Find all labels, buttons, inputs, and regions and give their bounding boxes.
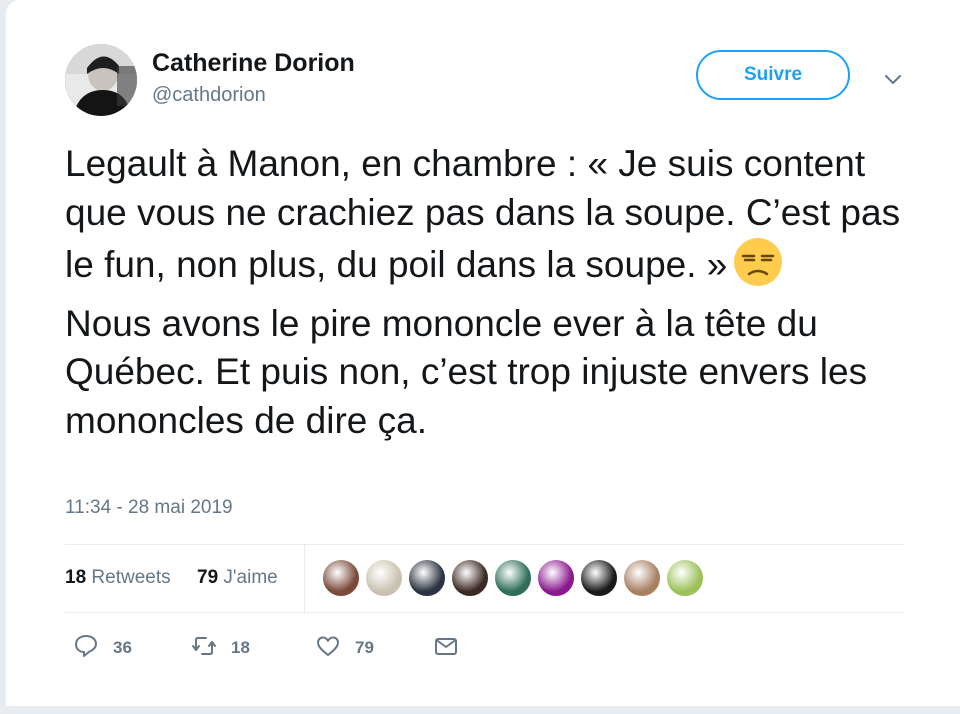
liker-avatar-9[interactable] (666, 559, 704, 597)
liker-avatar-4[interactable] (451, 559, 489, 597)
likes-stat[interactable]: 79 J'aime (197, 567, 278, 589)
tweet-header: Catherine Dorion @cathdorion Suivre (65, 44, 925, 118)
liker-avatar-8[interactable] (623, 559, 661, 597)
retweet-icon (191, 633, 217, 664)
retweet-count: 18 (231, 638, 250, 657)
unamused-face-icon (733, 237, 783, 300)
divider (65, 612, 905, 613)
reply-icon (73, 633, 99, 664)
heart-icon (315, 633, 341, 664)
tweet-card: Catherine Dorion @cathdorion Suivre Lega… (6, 0, 960, 706)
direct-message-button[interactable] (433, 628, 459, 668)
likes-label: J'aime (223, 567, 278, 588)
tweet-timestamp[interactable]: 11:34 - 28 mai 2019 (65, 497, 233, 519)
author-name[interactable]: Catherine Dorion (152, 49, 355, 78)
author-handle[interactable]: @cathdorion (152, 84, 266, 107)
tweet-text: Legault à Manon, en chambre : « Je suis … (65, 140, 905, 445)
envelope-icon (433, 633, 459, 664)
tweet-paragraph-2: Nous avons le pire mononcle ever à la tê… (65, 302, 868, 441)
tweet-actions: 36 18 79 (65, 628, 905, 668)
author-avatar[interactable] (65, 44, 137, 116)
tweet-paragraph: Legault à Manon, en chambre : « Je suis … (65, 140, 905, 300)
reply-count: 36 (113, 638, 132, 657)
liker-avatar-2[interactable] (365, 559, 403, 597)
liker-avatar-3[interactable] (408, 559, 446, 597)
retweets-count: 18 (65, 567, 87, 588)
liker-avatar-1[interactable] (322, 559, 360, 597)
retweets-label: Retweets (91, 567, 171, 588)
stats-separator (304, 545, 305, 612)
likes-count: 79 (197, 567, 219, 588)
retweet-button[interactable]: 18 (191, 628, 250, 668)
retweets-stat[interactable]: 18 Retweets (65, 567, 171, 589)
like-button[interactable]: 79 (315, 628, 374, 668)
follow-button[interactable]: Suivre (696, 50, 850, 100)
liker-avatar-5[interactable] (494, 559, 532, 597)
chevron-down-icon[interactable] (882, 68, 904, 90)
reply-button[interactable]: 36 (73, 628, 132, 668)
liker-avatar-7[interactable] (580, 559, 618, 597)
like-count: 79 (355, 638, 374, 657)
liker-avatar-6[interactable] (537, 559, 575, 597)
tweet-stats: 18 Retweets 79 J'aime (65, 545, 905, 612)
